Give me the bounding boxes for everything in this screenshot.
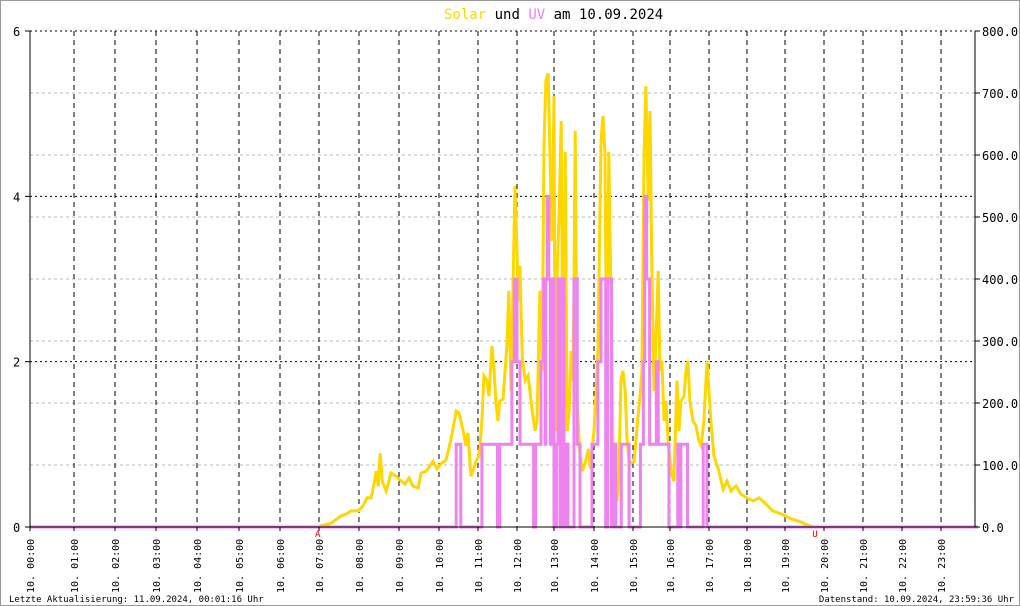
- x-tick-label: 10. 21:00: [859, 539, 870, 593]
- right-tick-label: 800.0: [982, 25, 1018, 39]
- chart-window: 0 2 4 6 0.0 100.0 200.0 300.0 400.0 500.0 600.0 700…: [0, 0, 1020, 606]
- x-tick-label: 10. 18:00: [743, 539, 754, 593]
- right-tick-label: 500.0: [982, 211, 1018, 225]
- x-tick-label: 10. 07:00: [315, 539, 326, 593]
- x-tick-label: 10. 00:00: [26, 539, 37, 593]
- x-tick-label: 10. 16:00: [666, 539, 677, 593]
- left-tick-label: 6: [13, 25, 20, 39]
- x-tick-label: 10. 14:00: [590, 539, 601, 593]
- x-tick-label: 10. 11:00: [474, 539, 485, 593]
- title-uv: UV: [528, 7, 545, 23]
- x-tick-label: 10. 17:00: [705, 539, 716, 593]
- title-solar: Solar: [444, 7, 486, 23]
- title-und: und: [495, 7, 520, 23]
- x-tick-label: 10. 04:00: [193, 539, 204, 593]
- x-tick-label: 10. 22:00: [898, 539, 909, 593]
- right-tick-label: 200.0: [982, 397, 1018, 411]
- sunrise-marker: A: [315, 530, 321, 540]
- x-tick-label: 10. 05:00: [235, 539, 246, 593]
- x-tick-label: 10. 19:00: [781, 539, 792, 593]
- left-tick-label: 2: [13, 356, 20, 370]
- left-tick-label: 0: [13, 521, 20, 535]
- solar-uv-chart: 0 2 4 6 0.0 100.0 200.0 300.0 400.0 500.0 600.0 700…: [9, 7, 1018, 605]
- series-layer: [30, 72, 978, 529]
- x-tick-label: 10. 06:00: [276, 539, 287, 593]
- data-status-text: Datenstand: 10.09.2024, 23:59:36 Uhr: [819, 595, 1015, 605]
- right-tick-label: 600.0: [982, 149, 1018, 163]
- x-tick-label: 10. 13:00: [550, 539, 561, 593]
- right-tick-label: 400.0: [982, 273, 1018, 287]
- sunset-marker: U: [812, 530, 817, 540]
- right-tick-label: 700.0: [982, 87, 1018, 101]
- x-tick-label: 10. 10:00: [435, 539, 446, 593]
- x-tick-label: 10. 12:00: [513, 539, 524, 593]
- right-tick-label: 0.0: [982, 521, 1004, 535]
- x-tick-label: 10. 23:00: [937, 539, 948, 593]
- right-tick-label: 100.0: [982, 459, 1018, 473]
- left-tick-label: 4: [13, 190, 20, 204]
- title-date: am 10.09.2024: [554, 7, 664, 23]
- x-tick-label: 10. 15:00: [629, 539, 640, 593]
- last-update-text: Letzte Aktualisierung: 11.09.2024, 00:01…: [9, 595, 264, 605]
- chart-title: Solar und UV am 10.09.2024: [444, 7, 663, 23]
- grid: [30, 30, 975, 527]
- x-tick-label: 10. 08:00: [355, 539, 366, 593]
- x-tick-label: 10. 02:00: [111, 539, 122, 593]
- x-tick-label: 10. 01:00: [70, 539, 81, 593]
- x-tick-label: 10. 20:00: [820, 539, 831, 593]
- x-tick-label: 10. 03:00: [152, 539, 163, 593]
- right-tick-label: 300.0: [982, 335, 1018, 349]
- solar-line: [30, 72, 978, 529]
- x-tick-label: 10. 09:00: [395, 539, 406, 593]
